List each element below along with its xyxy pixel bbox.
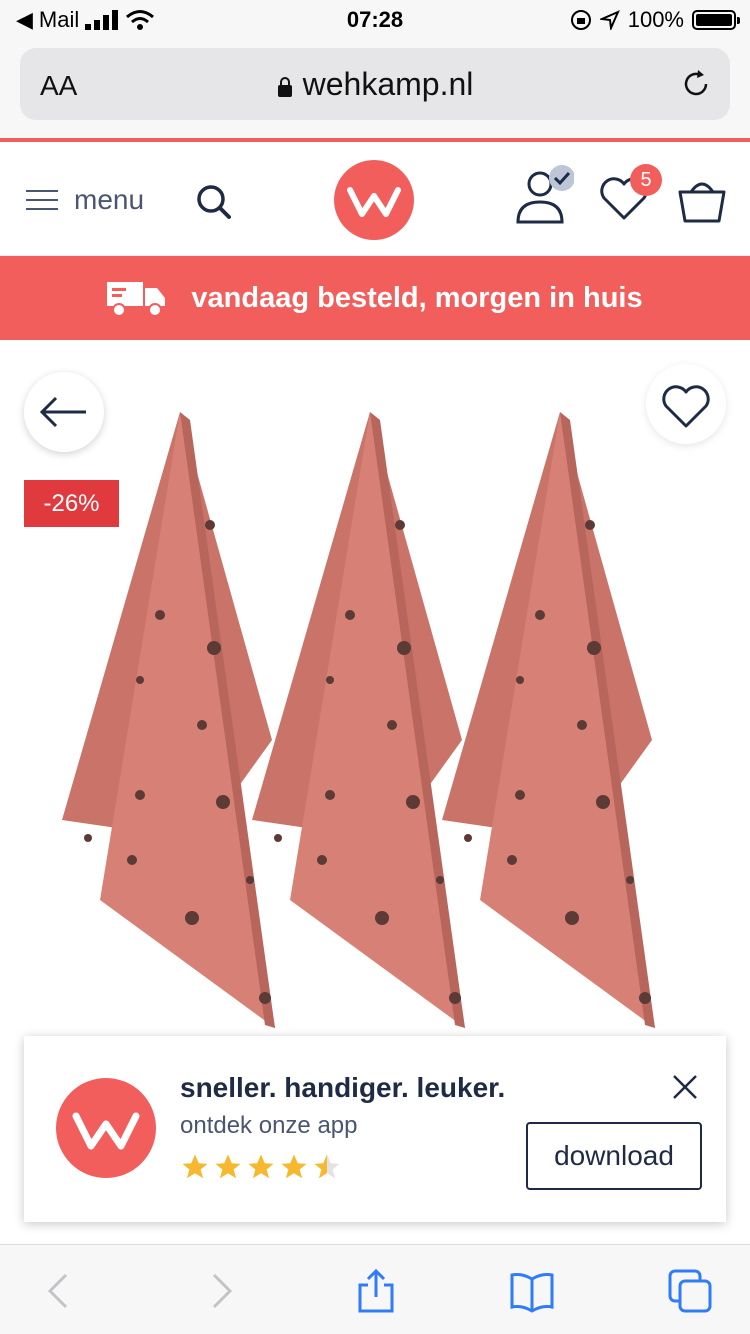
arrow-left-icon bbox=[39, 396, 86, 428]
star-icon bbox=[182, 1154, 208, 1179]
status-right: 100% bbox=[570, 7, 740, 33]
menu-label: menu bbox=[74, 184, 145, 215]
url-host-text: wehkamp.nl bbox=[302, 66, 474, 102]
app-logo bbox=[56, 1078, 156, 1178]
download-button[interactable]: download bbox=[526, 1122, 702, 1190]
wishlist-count-badge: 5 bbox=[630, 164, 662, 196]
url-bar[interactable]: AA wehkamp.nl bbox=[20, 48, 730, 120]
promo-text: vandaag besteld, morgen in huis bbox=[191, 281, 643, 314]
browser-url-area: AA wehkamp.nl bbox=[0, 40, 750, 140]
app-rating-stars bbox=[180, 1152, 342, 1182]
share-icon[interactable] bbox=[352, 1267, 400, 1315]
back-button[interactable] bbox=[24, 372, 104, 452]
browser-toolbar bbox=[0, 1244, 750, 1334]
site-header: menu 5 bbox=[0, 142, 750, 256]
delivery-promo-banner: vandaag besteld, morgen in huis bbox=[0, 256, 750, 340]
chevron-right-icon[interactable] bbox=[196, 1267, 244, 1315]
app-banner-headline: sneller. handiger. leuker. bbox=[180, 1072, 506, 1103]
delivery-truck-icon bbox=[107, 282, 166, 317]
star-icon bbox=[248, 1154, 274, 1179]
half-star-icon bbox=[314, 1154, 340, 1179]
product-image[interactable] bbox=[40, 400, 700, 1040]
tabs-icon[interactable] bbox=[666, 1267, 714, 1315]
basket-icon[interactable] bbox=[676, 176, 728, 224]
battery-icon bbox=[692, 10, 740, 30]
star-icon bbox=[215, 1154, 241, 1179]
hamburger-icon bbox=[26, 190, 58, 210]
chevron-left-icon[interactable] bbox=[36, 1267, 84, 1315]
search-icon[interactable] bbox=[196, 184, 232, 220]
product-image-area: -26% bbox=[0, 340, 750, 1040]
app-promo-banner: sneller. handiger. leuker. ontdek onze a… bbox=[24, 1036, 726, 1222]
orientation-lock-icon bbox=[570, 10, 591, 30]
close-icon[interactable] bbox=[670, 1072, 700, 1102]
wehkamp-logo[interactable] bbox=[334, 160, 414, 240]
star-icon bbox=[281, 1154, 307, 1179]
bookmarks-icon[interactable] bbox=[508, 1267, 556, 1315]
app-banner-subtitle: ontdek onze app bbox=[180, 1112, 358, 1139]
account-icon[interactable] bbox=[514, 164, 574, 226]
w-logo-icon bbox=[347, 187, 401, 217]
menu-button[interactable]: menu bbox=[26, 184, 144, 216]
wishlist-button[interactable]: 5 bbox=[596, 164, 662, 224]
lock-icon bbox=[277, 76, 292, 97]
battery-percent: 100% bbox=[627, 7, 684, 32]
favorite-button[interactable] bbox=[646, 364, 726, 444]
reload-icon[interactable] bbox=[680, 68, 712, 100]
status-bar: ◀ Mail 07:28 100% bbox=[0, 0, 750, 40]
discount-badge: -26% bbox=[24, 480, 119, 527]
heart-icon bbox=[662, 385, 710, 428]
location-icon bbox=[599, 10, 620, 30]
w-logo-icon bbox=[72, 1112, 140, 1150]
url-host[interactable]: wehkamp.nl bbox=[20, 66, 730, 103]
